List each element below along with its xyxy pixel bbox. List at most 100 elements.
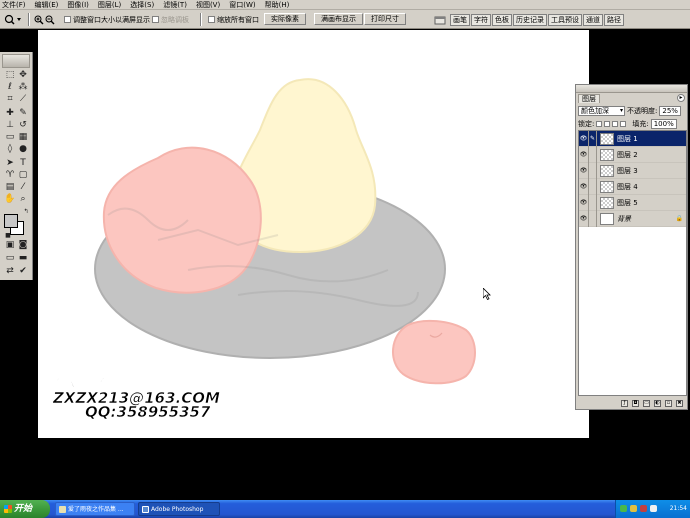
- link-slot[interactable]: [589, 178, 597, 195]
- palette-tab-character[interactable]: 字符: [471, 14, 491, 26]
- zoom-in-icon[interactable]: [34, 13, 44, 26]
- link-slot[interactable]: [589, 146, 597, 163]
- type-tool-icon[interactable]: T: [17, 158, 29, 169]
- blur-tool-icon[interactable]: ◊: [4, 144, 16, 155]
- lock-pixels-checkbox[interactable]: [604, 120, 611, 127]
- new-layer-icon[interactable]: ▫: [665, 399, 672, 407]
- layer-mask-icon[interactable]: ◘: [632, 399, 639, 407]
- standard-mode-icon[interactable]: ▣: [4, 240, 16, 251]
- layers-tab[interactable]: 图层: [578, 94, 600, 103]
- hand-tool-icon[interactable]: ✋: [4, 194, 16, 205]
- start-button[interactable]: 开始: [0, 500, 50, 518]
- taskbar-item-photoshop[interactable]: Adobe Photoshop: [138, 502, 220, 516]
- link-slot[interactable]: [589, 194, 597, 211]
- link-slot[interactable]: [589, 162, 597, 179]
- opacity-input[interactable]: 25%: [659, 105, 681, 116]
- move-tool-icon[interactable]: ✥: [17, 70, 29, 81]
- menu-select[interactable]: 选择(S): [130, 0, 154, 10]
- magic-wand-tool-icon[interactable]: ⁂: [17, 82, 29, 93]
- resize-window-checkbox[interactable]: 调整窗口大小以满屏显示: [64, 13, 150, 26]
- layers-palette-titlebar[interactable]: [576, 85, 687, 93]
- visibility-eye-icon[interactable]: 👁: [579, 130, 589, 147]
- eyedropper-tool-icon[interactable]: ⁄: [17, 182, 29, 193]
- taskbar-item-browser[interactable]: 爱了雨夜之作品集 ...: [55, 502, 135, 516]
- path-selection-icon[interactable]: ➤: [4, 158, 16, 169]
- link-slot[interactable]: [589, 210, 597, 227]
- layer-row[interactable]: 👁 背景 🔒: [579, 210, 686, 227]
- toolbox-header[interactable]: [2, 54, 30, 68]
- menu-file[interactable]: 文件(F): [2, 0, 26, 10]
- zoom-tool-icon[interactable]: ⌕: [17, 194, 29, 205]
- tray-app-icon[interactable]: [630, 505, 637, 512]
- palette-tab-paths[interactable]: 路径: [604, 14, 624, 26]
- checkbox-box[interactable]: [64, 16, 71, 23]
- tray-volume-icon[interactable]: [650, 505, 657, 512]
- zoom-tool-icon[interactable]: [4, 13, 22, 26]
- lock-position-checkbox[interactable]: [612, 120, 619, 127]
- palette-tab-channels[interactable]: 通道: [583, 14, 603, 26]
- actual-pixels-button[interactable]: 实际像素: [264, 13, 306, 25]
- swap-colors-icon[interactable]: ↰: [20, 206, 32, 217]
- foreground-color-swatch[interactable]: [4, 214, 18, 228]
- zoom-all-checkbox[interactable]: 缩放所有窗口: [208, 13, 259, 26]
- delete-layer-icon[interactable]: ✖: [676, 399, 683, 407]
- zoom-out-icon[interactable]: [45, 13, 55, 26]
- menu-view[interactable]: 视图(V): [196, 0, 220, 10]
- menu-filter[interactable]: 滤镜(T): [163, 0, 187, 10]
- checkbox-box[interactable]: [152, 16, 159, 23]
- dodge-tool-icon[interactable]: ●: [17, 144, 29, 155]
- visibility-eye-icon[interactable]: 👁: [579, 194, 589, 211]
- palette-tab-tool-presets[interactable]: 工具预设: [548, 14, 582, 26]
- fit-screen-button[interactable]: 满画布显示: [314, 13, 363, 25]
- crop-tool-icon[interactable]: ⌗: [4, 94, 16, 105]
- screen-mode-full-icon[interactable]: ▬: [17, 253, 29, 264]
- notes-tool-icon[interactable]: ▤: [4, 182, 16, 193]
- menu-image[interactable]: 图像(I): [67, 0, 89, 10]
- jump-to-imageready-icon[interactable]: ⇄: [4, 266, 16, 277]
- healing-brush-icon[interactable]: ✚: [4, 108, 16, 119]
- eraser-tool-icon[interactable]: ▭: [4, 132, 16, 143]
- visibility-eye-icon[interactable]: 👁: [579, 210, 589, 227]
- palette-tab-brushes[interactable]: 画笔: [450, 14, 470, 26]
- tray-antivirus-icon[interactable]: [640, 505, 647, 512]
- palette-well-icon[interactable]: [434, 13, 446, 26]
- menu-layer[interactable]: 图层(L): [98, 0, 121, 10]
- history-brush-icon[interactable]: ↺: [17, 120, 29, 131]
- checkbox-box[interactable]: [208, 16, 215, 23]
- brush-tool-icon[interactable]: ✎: [17, 108, 29, 119]
- screen-mode-standard-icon[interactable]: ▭: [4, 253, 16, 264]
- menu-edit[interactable]: 编辑(E): [35, 0, 59, 10]
- quick-mask-icon[interactable]: ◙: [17, 240, 29, 251]
- gradient-tool-icon[interactable]: ▦: [17, 132, 29, 143]
- slice-tool-icon[interactable]: ⟋: [17, 94, 29, 105]
- marquee-tool-icon[interactable]: ⬚: [4, 70, 16, 81]
- layer-row[interactable]: 👁 图层 2: [579, 146, 686, 163]
- menu-help[interactable]: 帮助(H): [265, 0, 290, 10]
- palette-menu-icon[interactable]: ▸: [677, 94, 685, 102]
- palette-tab-swatches[interactable]: 色板: [492, 14, 512, 26]
- palette-tab-history[interactable]: 历史记录: [513, 14, 547, 26]
- layer-row[interactable]: 👁 ✎ 图层 1: [579, 130, 686, 147]
- menu-window[interactable]: 窗口(W): [229, 0, 255, 10]
- shape-tool-icon[interactable]: ▢: [17, 170, 29, 181]
- ignore-palettes-checkbox[interactable]: 忽略调板: [152, 13, 189, 26]
- tray-network-icon[interactable]: [620, 505, 627, 512]
- edit-in-imageready-icon[interactable]: ✔: [17, 266, 29, 277]
- adjustment-layer-icon[interactable]: ◐: [654, 399, 661, 407]
- visibility-eye-icon[interactable]: 👁: [579, 146, 589, 163]
- layer-row[interactable]: 👁 图层 3: [579, 162, 686, 179]
- fill-input[interactable]: 100%: [650, 118, 677, 129]
- lock-all-checkbox[interactable]: [620, 120, 627, 127]
- visibility-eye-icon[interactable]: 👁: [579, 162, 589, 179]
- lasso-tool-icon[interactable]: ℓ: [4, 82, 16, 93]
- new-set-icon[interactable]: ▭: [643, 399, 650, 407]
- clone-stamp-icon[interactable]: ⊥: [4, 120, 16, 131]
- lock-transparency-checkbox[interactable]: [596, 120, 603, 127]
- print-size-button[interactable]: 打印尺寸: [364, 13, 406, 25]
- layer-style-icon[interactable]: ƒ: [621, 399, 628, 407]
- layer-row[interactable]: 👁 图层 4: [579, 178, 686, 195]
- pen-tool-icon[interactable]: ♈: [4, 170, 16, 181]
- visibility-eye-icon[interactable]: 👁: [579, 178, 589, 195]
- blend-mode-select[interactable]: 颜色加深: [578, 105, 625, 116]
- layer-row[interactable]: 👁 图层 5: [579, 194, 686, 211]
